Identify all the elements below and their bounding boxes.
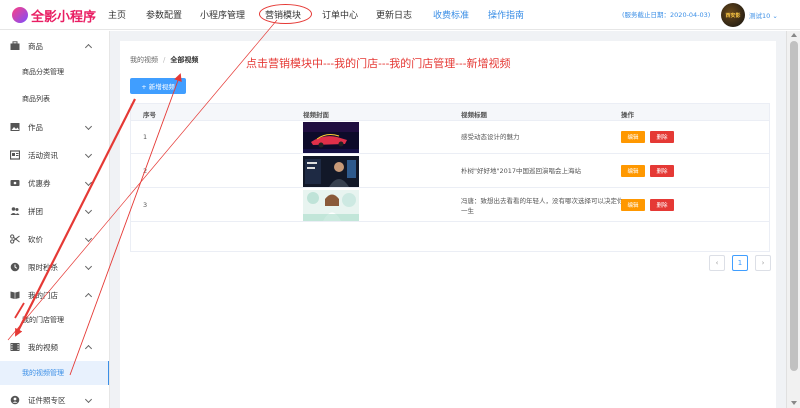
page-scrollbar[interactable] xyxy=(786,31,800,408)
top-bar: 全影小程序 主页 参数配置 小程序管理 营销模块 订单中心 更新日志 收费标准 … xyxy=(0,0,800,30)
sidebar-item-bargain[interactable]: 砍价 xyxy=(0,227,109,251)
sidebar-item-my-videos[interactable]: 我的视频 xyxy=(0,335,109,359)
nav-home[interactable]: 主页 xyxy=(108,8,126,21)
column-header-title: 视频标题 xyxy=(461,111,487,119)
image-icon xyxy=(10,123,20,131)
column-header-actions: 操作 xyxy=(621,111,634,119)
id-photo-icon xyxy=(10,395,20,405)
scroll-up-icon[interactable] xyxy=(791,33,797,37)
breadcrumb: 我的视频 / 全部视频 xyxy=(130,55,198,65)
scroll-thumb[interactable] xyxy=(790,41,798,371)
pagination-prev[interactable]: ‹ xyxy=(709,255,725,271)
sidebar-item-my-store-manage[interactable]: 我的门店管理 xyxy=(0,308,109,332)
sidebar-item-news[interactable]: 活动资讯 xyxy=(0,143,109,167)
video-title: 冯唐：致想出去看看的年轻人，没有哪次选择可以决定你一生 xyxy=(461,197,624,215)
video-title: 朴树"好好地"2017中国巡回演唱会上海站 xyxy=(461,167,582,175)
sidebar-item-flash-sale[interactable]: 限时秒杀 xyxy=(0,255,109,279)
delete-button[interactable]: 删除 xyxy=(650,131,674,143)
logo-text: 全影小程序 xyxy=(31,9,97,25)
chevron-down-icon xyxy=(84,395,93,404)
breadcrumb-separator: / xyxy=(163,56,166,64)
delete-button[interactable]: 删除 xyxy=(650,199,674,211)
chevron-down-icon xyxy=(84,234,93,243)
edit-button[interactable]: 编辑 xyxy=(621,199,645,211)
film-icon xyxy=(10,343,20,351)
sidebar-item-id-photo[interactable]: 证件照专区 xyxy=(0,388,109,408)
sidebar-item-my-videos-manage[interactable]: 我的视频管理 xyxy=(0,361,109,385)
book-icon xyxy=(10,291,20,299)
video-cover-image[interactable] xyxy=(303,190,359,221)
video-cover-image[interactable] xyxy=(303,156,359,187)
avatar[interactable]: 西安影 xyxy=(721,3,745,27)
row-index: 1 xyxy=(143,133,148,141)
nav-orders[interactable]: 订单中心 xyxy=(322,8,358,21)
delete-button[interactable]: 删除 xyxy=(650,165,674,177)
sidebar-item-my-store[interactable]: 我的门店 xyxy=(0,283,109,307)
chevron-down-icon xyxy=(84,206,93,215)
main-content: 我的视频 / 全部视频 点击营销模块中---我的门店---我的门店管理---新增视频… xyxy=(110,31,786,408)
edit-button[interactable]: 编辑 xyxy=(621,131,645,143)
scissors-icon xyxy=(10,234,20,244)
ticket-icon xyxy=(10,180,20,186)
breadcrumb-current: 全部视频 xyxy=(170,56,199,64)
chevron-up-icon xyxy=(84,292,93,301)
video-title: 感受动态设计的魅力 xyxy=(461,133,520,141)
add-video-button[interactable]: + 新增视频 xyxy=(130,78,186,94)
video-table: 序号 视频封面 视频标题 操作 1 感受动态设计的魅力 编辑 删除 2 朴树"好… xyxy=(130,103,770,252)
logo-icon xyxy=(12,7,28,23)
sidebar-item-goods-category[interactable]: 商品分类管理 xyxy=(0,60,109,84)
sidebar-item-group-buy[interactable]: 拼团 xyxy=(0,199,109,223)
users-icon xyxy=(10,207,20,215)
chevron-up-icon xyxy=(84,344,93,353)
edit-button[interactable]: 编辑 xyxy=(621,165,645,177)
chevron-down-icon xyxy=(84,150,93,159)
user-menu[interactable]: 测试10 ⌄ xyxy=(749,10,778,20)
nav-guide[interactable]: 操作指南 xyxy=(488,8,524,21)
row-index: 3 xyxy=(143,201,148,209)
table-row: 2 朴树"好好地"2017中国巡回演唱会上海站 编辑 删除 xyxy=(131,155,769,188)
sidebar: 商品 商品分类管理 商品列表 作品 活动资讯 优惠券 拼团 砍价 限时秒杀 我的 xyxy=(0,31,110,408)
avatar-text: 西安影 xyxy=(725,12,741,19)
annotation-circle xyxy=(259,4,312,24)
newspaper-icon xyxy=(10,150,20,160)
logo[interactable]: 全影小程序 xyxy=(12,4,96,26)
column-header-cover: 视频封面 xyxy=(303,111,329,119)
video-card: 我的视频 / 全部视频 点击营销模块中---我的门店---我的门店管理---新增视频… xyxy=(120,41,776,408)
video-cover-image[interactable] xyxy=(303,122,359,153)
briefcase-icon xyxy=(10,41,20,50)
row-index: 2 xyxy=(143,167,148,175)
chevron-down-icon xyxy=(84,178,93,187)
sidebar-item-works[interactable]: 作品 xyxy=(0,115,109,139)
table-header: 序号 视频封面 视频标题 操作 xyxy=(131,104,769,121)
pagination-page[interactable]: 1 xyxy=(732,255,748,271)
breadcrumb-parent[interactable]: 我的视频 xyxy=(130,56,158,64)
table-row: 1 感受动态设计的魅力 编辑 删除 xyxy=(131,121,769,154)
scroll-down-icon[interactable] xyxy=(791,401,797,405)
nav-miniprogram[interactable]: 小程序管理 xyxy=(200,8,245,21)
instruction-annotation: 点击营销模块中---我的门店---我的门店管理---新增视频 xyxy=(246,57,511,70)
nav-changelog[interactable]: 更新日志 xyxy=(376,8,412,21)
sidebar-item-coupons[interactable]: 优惠券 xyxy=(0,171,109,195)
service-expiry: (服务截止日期：2020-04-03) xyxy=(622,11,711,19)
nav-pricing[interactable]: 收费标准 xyxy=(433,8,469,21)
column-header-index: 序号 xyxy=(143,111,156,119)
sidebar-item-goods[interactable]: 商品 xyxy=(0,34,109,58)
chevron-down-icon xyxy=(84,262,93,271)
pagination-next[interactable]: › xyxy=(755,255,771,271)
chevron-down-icon xyxy=(84,122,93,131)
sidebar-item-goods-list[interactable]: 商品列表 xyxy=(0,87,109,111)
chevron-up-icon xyxy=(84,43,93,52)
table-row: 3 冯唐：致想出去看看的年轻人，没有哪次选择可以决定你一生 编辑 删除 xyxy=(131,189,769,222)
nav-params[interactable]: 参数配置 xyxy=(146,8,182,21)
clock-icon xyxy=(10,262,20,272)
